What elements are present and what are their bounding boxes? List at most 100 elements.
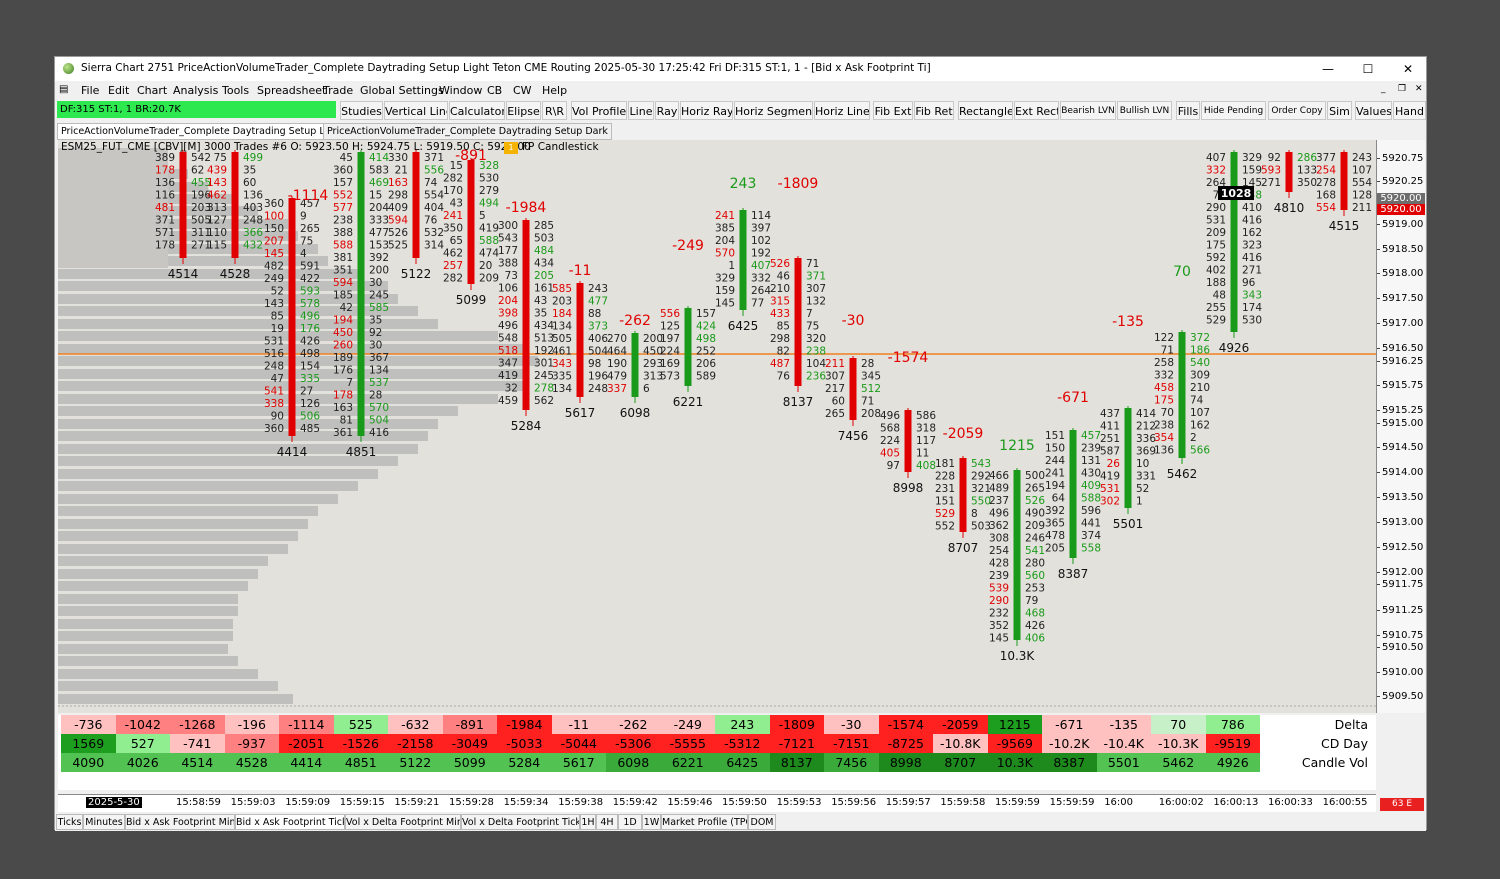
bottom-tab[interactable]: 4H — [596, 814, 618, 830]
cum-delta-label: 243 — [730, 176, 757, 192]
bottom-tab[interactable]: Bid x Ask Footprint Tick — [235, 814, 345, 830]
tool-vertical-line[interactable]: Vertical Line — [384, 101, 448, 120]
time-tick-label: 16:00:02 — [1158, 797, 1204, 808]
menu-global-settings[interactable]: Global Settings — [360, 84, 444, 97]
menu-tools[interactable]: Tools — [222, 84, 249, 97]
maximize-button[interactable]: ☐ — [1348, 57, 1388, 81]
child-minimize-icon[interactable]: _ — [1381, 84, 1386, 94]
bottom-tab[interactable]: Minutes — [83, 814, 125, 830]
minimize-button[interactable]: — — [1308, 57, 1348, 81]
footprint-ask: 133 — [1297, 165, 1317, 177]
time-tick-label: 15:59:42 — [612, 797, 658, 808]
menu-cb[interactable]: CB — [487, 84, 502, 97]
delta-cell: -891 — [442, 715, 497, 734]
tool-studies[interactable]: Studies — [340, 101, 383, 120]
tool-order-copy[interactable]: Order Copy — [1268, 101, 1326, 120]
price-tick-mark — [1377, 361, 1380, 362]
footprint-bid: 496 — [989, 508, 1009, 520]
footprint-ask: 75 — [806, 321, 819, 333]
footprint-bid: 388 — [333, 227, 353, 239]
candle-vol-cell: 5099 — [442, 753, 497, 772]
delta-cell: -1809 — [769, 715, 824, 734]
tab-setup-dark[interactable]: PriceActionVolumeTrader_Complete Daytrad… — [323, 123, 612, 140]
menu-window[interactable]: Window — [439, 84, 482, 97]
tool-risk-reward[interactable]: R\R — [542, 101, 567, 120]
tool-ext-rect[interactable]: Ext Rect — [1014, 101, 1059, 120]
bottom-tab[interactable]: 1H — [580, 814, 596, 830]
tool-elipse[interactable]: Elipse — [506, 101, 541, 120]
footprint-ask: 174 — [1242, 302, 1262, 314]
tool-horiz-ray[interactable]: Horiz Ray — [680, 101, 733, 120]
footprint-ask: 5 — [479, 210, 486, 222]
study-badge: 1 — [504, 142, 518, 154]
footprint-bid: 110 — [207, 227, 227, 239]
child-restore-icon[interactable]: ❐ — [1398, 84, 1406, 94]
candle-vol-cell: 4851 — [333, 753, 388, 772]
close-button[interactable]: ✕ — [1388, 57, 1428, 81]
tool-vol-profile[interactable]: Vol Profile — [571, 101, 627, 120]
price-axis[interactable]: 5920.755920.255919.505919.005918.505918.… — [1376, 140, 1425, 713]
cd-day-cell: -9569 — [987, 734, 1042, 753]
candle-vol-cell: 4514 — [170, 753, 225, 772]
footprint-bid: 211 — [825, 358, 845, 370]
bottom-tab[interactable]: Bid x Ask Footprint Min — [125, 814, 235, 830]
price-tick-mark — [1377, 584, 1380, 585]
footprint-ask: 537 — [369, 377, 389, 389]
title-bar[interactable]: Sierra Chart 2751 PriceActionVolumeTrade… — [55, 57, 1426, 81]
footprint-bid: 588 — [333, 240, 353, 252]
menu-chart[interactable]: Chart — [137, 84, 167, 97]
child-close-icon[interactable]: ✕ — [1415, 84, 1423, 94]
volume-profile-bar — [58, 569, 258, 579]
tool-calculator[interactable]: Calculator — [449, 101, 505, 120]
tool-line[interactable]: Line — [628, 101, 654, 120]
bottom-tab[interactable]: 1W — [642, 814, 661, 830]
footprint-ask: 350 — [1297, 177, 1317, 189]
tool-horiz-segment[interactable]: Horiz Segment — [734, 101, 813, 120]
footprint-ask: 416 — [1242, 252, 1262, 264]
tool-fills[interactable]: Fills — [1176, 101, 1200, 120]
menu-trade[interactable]: Trade — [323, 84, 353, 97]
tool-hide-pending[interactable]: Hide Pending — [1201, 101, 1266, 120]
menu-edit[interactable]: Edit — [108, 84, 129, 97]
bottom-tab[interactable]: DOM — [748, 814, 776, 830]
time-tick-label: 15:59:59 — [1049, 797, 1095, 808]
footprint-bid: 244 — [1045, 455, 1065, 467]
footprint-bid: 106 — [498, 283, 518, 295]
tool-bearish-lvn[interactable]: Bearish LVN — [1060, 101, 1116, 120]
tool-values[interactable]: Values — [1355, 101, 1392, 120]
delta-cell: -1268 — [170, 715, 225, 734]
tool-fib-ret[interactable]: Fib Ret — [914, 101, 954, 120]
bottom-tab[interactable]: Vol x Delta Footprint Min — [345, 814, 461, 830]
price-tick-mark — [1377, 672, 1380, 673]
footprint-ask: 30 — [369, 340, 382, 352]
price-tick-mark — [1377, 635, 1380, 636]
tool-fib-ext[interactable]: Fib Ext — [873, 101, 913, 120]
candle-volume-label: 4926 — [1219, 341, 1250, 355]
tab-setup-light[interactable]: PriceActionVolumeTrader_Complete Daytrad… — [57, 123, 348, 140]
candle-volume-label: 8998 — [893, 481, 924, 495]
menu-cw[interactable]: CW — [513, 84, 532, 97]
menu-spreadsheet[interactable]: Spreadsheet — [257, 84, 326, 97]
time-axis[interactable]: 2025-5-30 15:58:59 15:59:03 15:59:09 15:59:1… — [58, 794, 1376, 812]
footprint-ask: 7 — [806, 308, 813, 320]
menu-analysis[interactable]: Analysis — [173, 84, 218, 97]
bottom-tab[interactable]: Ticks — [56, 814, 83, 830]
tool-rectangle[interactable]: Rectangle — [958, 101, 1013, 120]
bottom-tab[interactable]: Vol x Delta Footprint Tick — [461, 814, 580, 830]
tool-hand[interactable]: Hand — [1393, 101, 1426, 120]
doc-menu-icon[interactable]: ▤ — [59, 84, 68, 95]
footprint-bid: 265 — [825, 408, 845, 420]
menu-help[interactable]: Help — [542, 84, 567, 97]
menu-file[interactable]: File — [81, 84, 99, 97]
volume-profile-bar — [58, 694, 293, 704]
delta-cell: -30 — [824, 715, 879, 734]
tool-sim[interactable]: Sim — [1327, 101, 1352, 120]
tool-horiz-line[interactable]: Horiz Line — [814, 101, 870, 120]
chart-area[interactable]: 389 542 178 62 136 455 116 196 481 203 371 505 571 31… — [58, 140, 1376, 713]
footprint-ask: 474 — [479, 248, 499, 260]
footprint-ask: 35 — [534, 308, 547, 320]
bottom-tab[interactable]: 1D — [618, 814, 642, 830]
tool-ray[interactable]: Ray — [655, 101, 679, 120]
tool-bullish-lvn[interactable]: Bullish LVN — [1117, 101, 1172, 120]
bottom-tab[interactable]: Market Profile (TPO) — [661, 814, 748, 830]
